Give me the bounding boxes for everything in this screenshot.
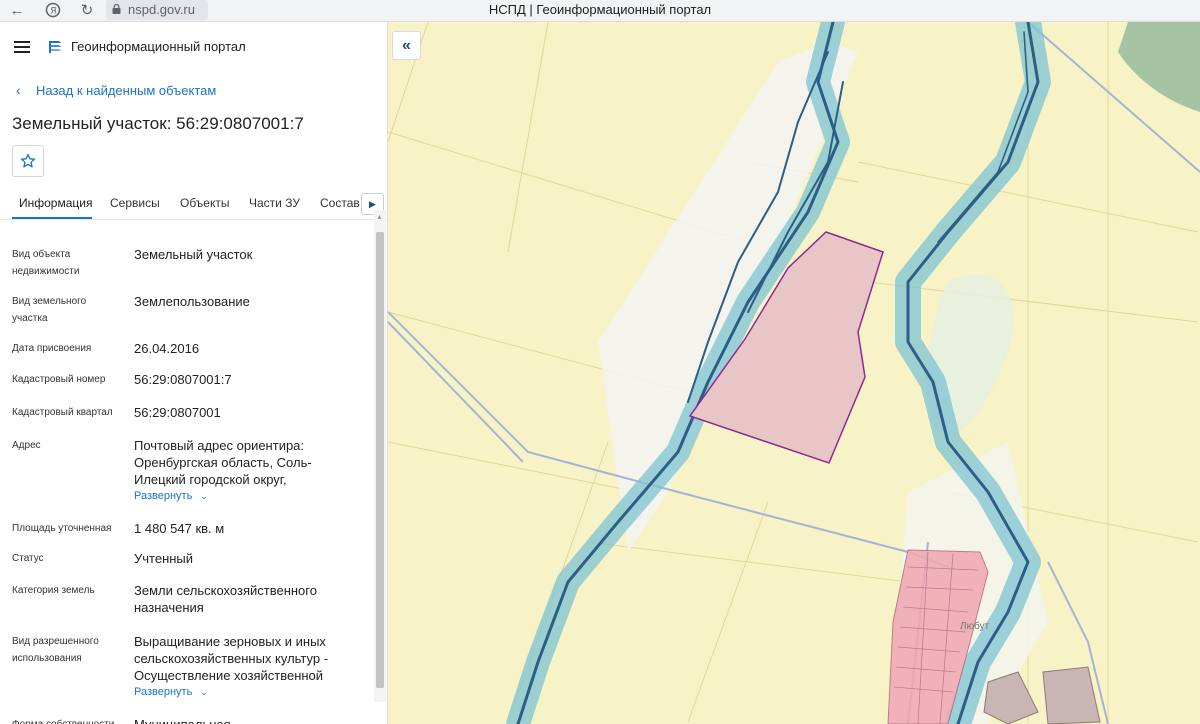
info-label: Дата присвоения	[12, 343, 92, 354]
building-lot[interactable]	[1042, 666, 1101, 724]
settlement-label: Любут	[960, 621, 990, 632]
info-value: 56:29:0807001:7	[134, 372, 232, 387]
info-value: Земельный участок	[134, 247, 253, 262]
info-label: Категория земель	[12, 585, 95, 596]
double-chevron-left-icon: «	[402, 37, 411, 54]
nspd-logo-icon	[49, 41, 61, 53]
info-label: Вид разрешенного использования	[12, 636, 99, 664]
info-label: Адрес	[12, 440, 41, 451]
chevron-down-icon: ⌄	[200, 687, 208, 697]
chevron-down-icon: ⌄	[200, 491, 208, 501]
info-value: Землепользование	[134, 294, 250, 309]
info-panel: Геоинформационный портал ‹ Назад к найден…	[0, 22, 388, 724]
tab-parts[interactable]: Части ЗУ	[249, 196, 300, 210]
back-link-label: Назад к найденным объектам	[36, 83, 217, 98]
address-value: Почтовый адрес ориентира: Оренбургская о…	[134, 438, 312, 487]
favorite-button[interactable]	[12, 145, 44, 177]
app-title: Геоинформационный портал	[71, 39, 246, 54]
info-label: Статус	[12, 553, 44, 564]
info-label: Кадастровый номер	[12, 374, 106, 385]
browser-toolbar: ← Я ↻ nspd.gov.ru НСПД | Геоинформационн…	[0, 0, 1200, 22]
expand-address-link[interactable]: Развернуть ⌄	[134, 490, 208, 502]
info-label: Площадь уточненная	[12, 523, 112, 534]
back-to-results-link[interactable]: ‹ Назад к найденным объектам	[16, 82, 216, 98]
info-value: 26.04.2016	[134, 341, 200, 356]
map-view[interactable]	[388, 22, 1200, 724]
tab-information[interactable]: Информация	[19, 196, 92, 210]
info-scrollbar-thumb[interactable]	[376, 232, 384, 688]
info-value: 56:29:0807001	[134, 405, 221, 420]
tab-services[interactable]: Сервисы	[110, 196, 160, 210]
hamburger-menu-icon[interactable]	[14, 41, 30, 53]
info-label: Кадастровый квартал	[12, 407, 113, 418]
expand-label: Развернуть	[134, 686, 193, 698]
caret-right-icon: ▶	[369, 199, 376, 209]
forest-area	[1118, 22, 1200, 112]
info-value: Земли сельскохозяйственного назначения	[134, 583, 317, 615]
tab-composition[interactable]: Состав	[320, 196, 360, 210]
info-value: 1 480 547 кв. м	[134, 521, 225, 536]
info-label: Вид объекта недвижимости	[12, 249, 80, 277]
collapse-panel-button[interactable]: «	[392, 31, 421, 60]
info-label: Форма собственности	[12, 716, 122, 724]
expand-usage-link[interactable]: Развернуть ⌄	[134, 686, 208, 698]
expand-label: Развернуть	[134, 490, 193, 502]
tab-objects[interactable]: Объекты	[180, 196, 230, 210]
map-canvas[interactable]	[388, 22, 1200, 724]
info-label: Вид земельного участка	[12, 296, 87, 324]
chevron-left-icon: ‹	[16, 82, 21, 98]
info-value: Выращивание зерновых и иных сельскохозяй…	[134, 634, 329, 683]
tab-bar: Информация Сервисы Объекты Части ЗУ Сост…	[0, 190, 387, 220]
info-value: Учтенный	[134, 551, 194, 566]
scroll-up-arrow-icon[interactable]: ▲	[376, 214, 383, 221]
info-value: Муниципальная	[134, 716, 334, 724]
star-icon	[20, 153, 36, 168]
active-tab-indicator	[12, 217, 92, 219]
object-title: Земельный участок: 56:29:0807001:7	[12, 114, 304, 133]
browser-tab-title: НСПД | Геоинформационный портал	[488, 2, 712, 17]
